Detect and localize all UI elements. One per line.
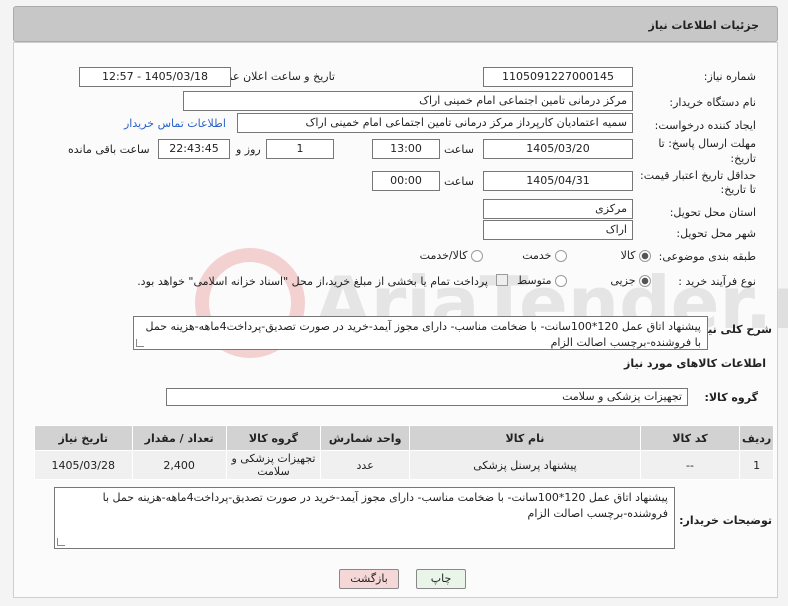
- process-option-medium[interactable]: متوسط: [517, 274, 567, 287]
- province-label: استان محل تحویل:: [669, 206, 756, 219]
- cell-unit: عدد: [320, 450, 411, 480]
- creator-label: ایجاد کننده درخواست:: [654, 119, 756, 132]
- need-number-field: 1105091227000145: [483, 67, 633, 87]
- city-field: اراک: [483, 220, 633, 240]
- deadline-time-field: 13:00: [372, 139, 440, 159]
- radio-selected-icon: [639, 250, 651, 262]
- cell-item-name: پیشنهاد پرسنل پزشکی: [409, 450, 641, 480]
- cell-quantity: 2,400: [131, 450, 227, 480]
- validity-time-label: ساعت: [444, 175, 474, 188]
- print-button[interactable]: چاپ: [416, 569, 466, 589]
- back-button[interactable]: بازگشت: [339, 569, 399, 589]
- buyer-org-label: نام دستگاه خریدار:: [669, 96, 756, 109]
- resize-grip-icon[interactable]: [136, 339, 144, 347]
- category-option-service[interactable]: خدمت: [522, 249, 567, 262]
- col-header-unit: واحد شمارش: [320, 425, 411, 451]
- radio-icon: [471, 250, 483, 262]
- cell-row-number: 1: [739, 450, 774, 480]
- deadline-date-field: 1405/03/20: [483, 139, 633, 159]
- goods-group-field: تجهیزات پزشکی و سلامت: [166, 388, 688, 406]
- table-row: 1 -- پیشنهاد پرسنل پزشکی عدد تجهیزات پزش…: [34, 450, 774, 480]
- page-title: جزئیات اطلاعات نیاز: [648, 19, 760, 32]
- resize-grip-icon[interactable]: [57, 538, 65, 546]
- city-label: شهر محل تحویل:: [676, 227, 756, 240]
- goods-info-title: اطلاعات کالاهای مورد نیاز: [624, 357, 766, 370]
- payment-note: پرداخت تمام یا بخشی از مبلغ خرید،از محل …: [137, 275, 488, 288]
- deadline-time-label: ساعت: [444, 143, 474, 156]
- buyer-notes-textarea[interactable]: پیشنهاد اتاق عمل 120*100سانت- با ضخامت م…: [54, 487, 675, 549]
- contact-buyer-link[interactable]: اطلاعات تماس خریدار: [124, 117, 226, 130]
- col-header-row-number: ردیف: [739, 425, 774, 451]
- col-header-need-date: تاریخ نیاز: [34, 425, 133, 451]
- deadline-label-2: تاریخ:: [730, 152, 756, 165]
- category-label: طبقه بندی موضوعی:: [658, 250, 756, 263]
- cell-item-code: --: [639, 450, 741, 480]
- col-header-item-code: کد کالا: [639, 425, 741, 451]
- validity-time-field: 00:00: [372, 171, 440, 191]
- process-option-minor[interactable]: جزیی: [610, 274, 651, 287]
- need-number-label: شماره نیاز:: [703, 70, 756, 83]
- category-option-goods[interactable]: کالا: [621, 249, 651, 262]
- header-bar: جزئیات اطلاعات نیاز: [13, 6, 778, 42]
- radio-icon: [555, 275, 567, 287]
- col-header-quantity: تعداد / مقدار: [131, 425, 227, 451]
- cell-need-date: 1405/03/28: [34, 450, 133, 480]
- deadline-label: مهلت ارسال پاسخ: تا: [658, 137, 756, 150]
- treasury-checkbox[interactable]: [496, 273, 508, 286]
- category-option-both[interactable]: کالا/خدمت: [420, 249, 483, 262]
- days-label: روز و: [236, 143, 261, 156]
- remaining-time-field: 22:43:45: [158, 139, 230, 159]
- creator-field: سمیه اعتمادیان کارپرداز مرکز درمانی تامی…: [237, 113, 633, 133]
- validity-label: حداقل تاریخ اعتبار قیمت:: [640, 169, 756, 182]
- validity-date-field: 1405/04/31: [483, 171, 633, 191]
- days-field: 1: [266, 139, 334, 159]
- remaining-label: ساعت باقی مانده: [68, 143, 150, 156]
- table-header-row: ردیف کد کالا نام کالا واحد شمارش گروه کا…: [34, 425, 774, 451]
- cell-group: تجهیزات پزشکی و سلامت: [225, 450, 322, 480]
- validity-label-2: تا تاریخ:: [720, 183, 756, 196]
- process-label: نوع فرآیند خرید :: [678, 275, 756, 288]
- buyer-notes-text: پیشنهاد اتاق عمل 120*100سانت- با ضخامت م…: [102, 491, 668, 520]
- buyer-org-field: مرکز درمانی تامین اجتماعی امام خمینی ارا…: [183, 91, 633, 111]
- description-textarea[interactable]: پیشنهاد اتاق عمل 120*100سانت- با ضخامت م…: [133, 316, 708, 350]
- col-header-item-name: نام کالا: [409, 425, 641, 451]
- buyer-notes-label: توضیحات خریدار:: [679, 514, 772, 527]
- goods-group-label: گروه کالا:: [704, 391, 758, 404]
- goods-table: ردیف کد کالا نام کالا واحد شمارش گروه کا…: [34, 425, 774, 480]
- checkbox-icon: [496, 274, 508, 286]
- province-field: مرکزی: [483, 199, 633, 219]
- announce-field: 1405/03/18 - 12:57: [79, 67, 231, 87]
- radio-icon: [555, 250, 567, 262]
- radio-selected-icon: [639, 275, 651, 287]
- col-header-group: گروه کالا: [225, 425, 322, 451]
- description-text: پیشنهاد اتاق عمل 120*100سانت- با ضخامت م…: [145, 320, 701, 349]
